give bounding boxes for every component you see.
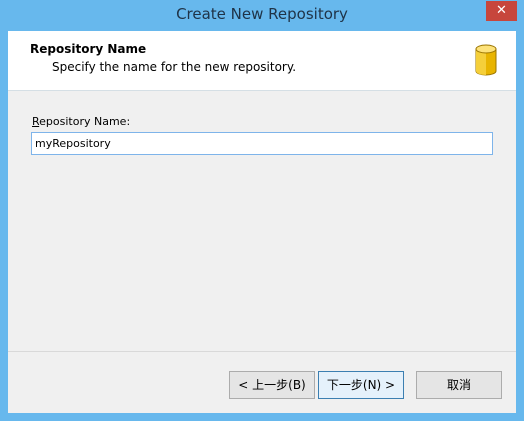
header-subtitle: Specify the name for the new repository. [52, 60, 297, 74]
repository-name-label: Repository Name: [32, 115, 130, 128]
close-button[interactable]: ✕ [486, 1, 517, 21]
title-bar[interactable]: Create New Repository ✕ [0, 0, 524, 31]
dialog-client-area: Repository Name Specify the name for the… [8, 31, 516, 413]
label-text: epository Name: [39, 115, 131, 128]
dialog-window: Create New Repository ✕ Repository Name … [0, 0, 524, 421]
database-icon [475, 44, 497, 76]
wizard-header: Repository Name Specify the name for the… [8, 31, 516, 91]
header-title: Repository Name [30, 42, 147, 56]
repository-name-input[interactable] [31, 132, 493, 155]
window-title: Create New Repository [176, 5, 348, 23]
footer-divider [8, 351, 516, 352]
back-button[interactable]: < 上一步(B) [229, 371, 315, 399]
close-icon: ✕ [496, 3, 507, 18]
next-button[interactable]: 下一步(N) > [318, 371, 404, 399]
cancel-button[interactable]: 取消 [416, 371, 502, 399]
